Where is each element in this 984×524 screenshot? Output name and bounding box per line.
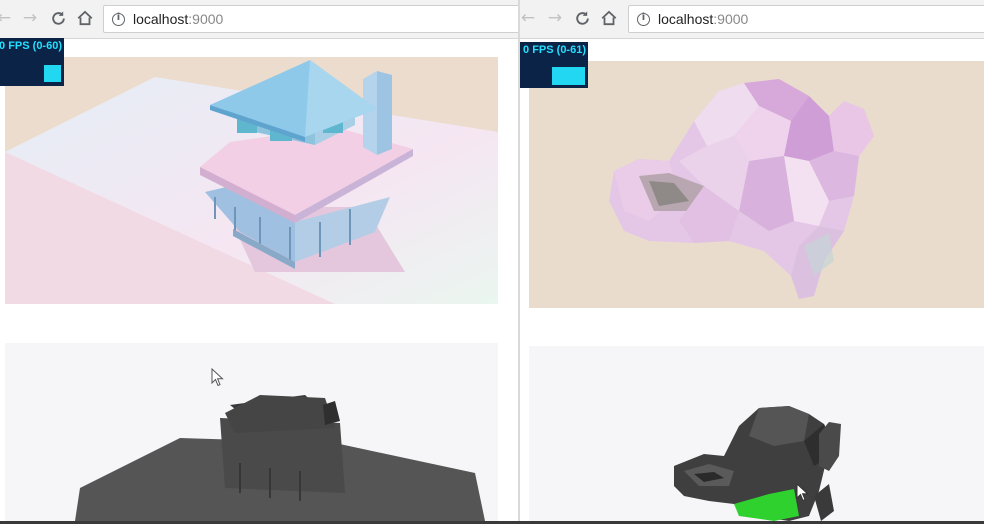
browser-toolbar: ← → localhost:9000	[0, 0, 520, 39]
left-browser-window: ← → localhost:9000 0 FPS (0-60)	[0, 0, 520, 524]
home-icon[interactable]	[597, 6, 621, 30]
fps-label: 0 FPS (0-61)	[523, 44, 586, 56]
fps-label: 0 FPS (0-60)	[0, 40, 62, 52]
home-icon[interactable]	[73, 6, 97, 30]
forward-arrow-icon[interactable]: →	[543, 6, 567, 30]
shadow-canvas[interactable]	[5, 343, 498, 521]
right-browser-window: ← → localhost:9000 0 FPS (0-61)	[520, 0, 984, 524]
reload-icon[interactable]	[46, 6, 70, 30]
fps-stats-panel[interactable]: 0 FPS (0-61)	[520, 42, 588, 88]
back-arrow-icon[interactable]: ←	[0, 6, 16, 30]
url-port: :9000	[713, 11, 749, 27]
fps-graph-bar	[552, 67, 585, 85]
rendered-canvas[interactable]	[5, 57, 498, 304]
info-icon[interactable]	[112, 12, 125, 26]
back-arrow-icon[interactable]: ←	[520, 6, 540, 30]
address-bar[interactable]: localhost:9000	[103, 5, 520, 33]
reload-icon[interactable]	[570, 6, 594, 30]
browser-toolbar: ← → localhost:9000	[520, 0, 984, 39]
mouse-cursor-icon	[211, 368, 224, 387]
mouse-cursor-icon	[796, 483, 809, 502]
shadow-canvas[interactable]	[529, 346, 984, 521]
url-port: :9000	[188, 11, 224, 27]
fps-stats-panel[interactable]: 0 FPS (0-60)	[0, 38, 64, 86]
forward-arrow-icon[interactable]: →	[18, 6, 42, 30]
rendered-canvas[interactable]	[529, 61, 984, 308]
url-host: localhost	[658, 11, 714, 27]
url-host: localhost	[133, 11, 189, 27]
info-icon[interactable]	[637, 12, 650, 26]
fps-graph-bar	[44, 65, 61, 82]
address-bar[interactable]: localhost:9000	[628, 5, 984, 33]
